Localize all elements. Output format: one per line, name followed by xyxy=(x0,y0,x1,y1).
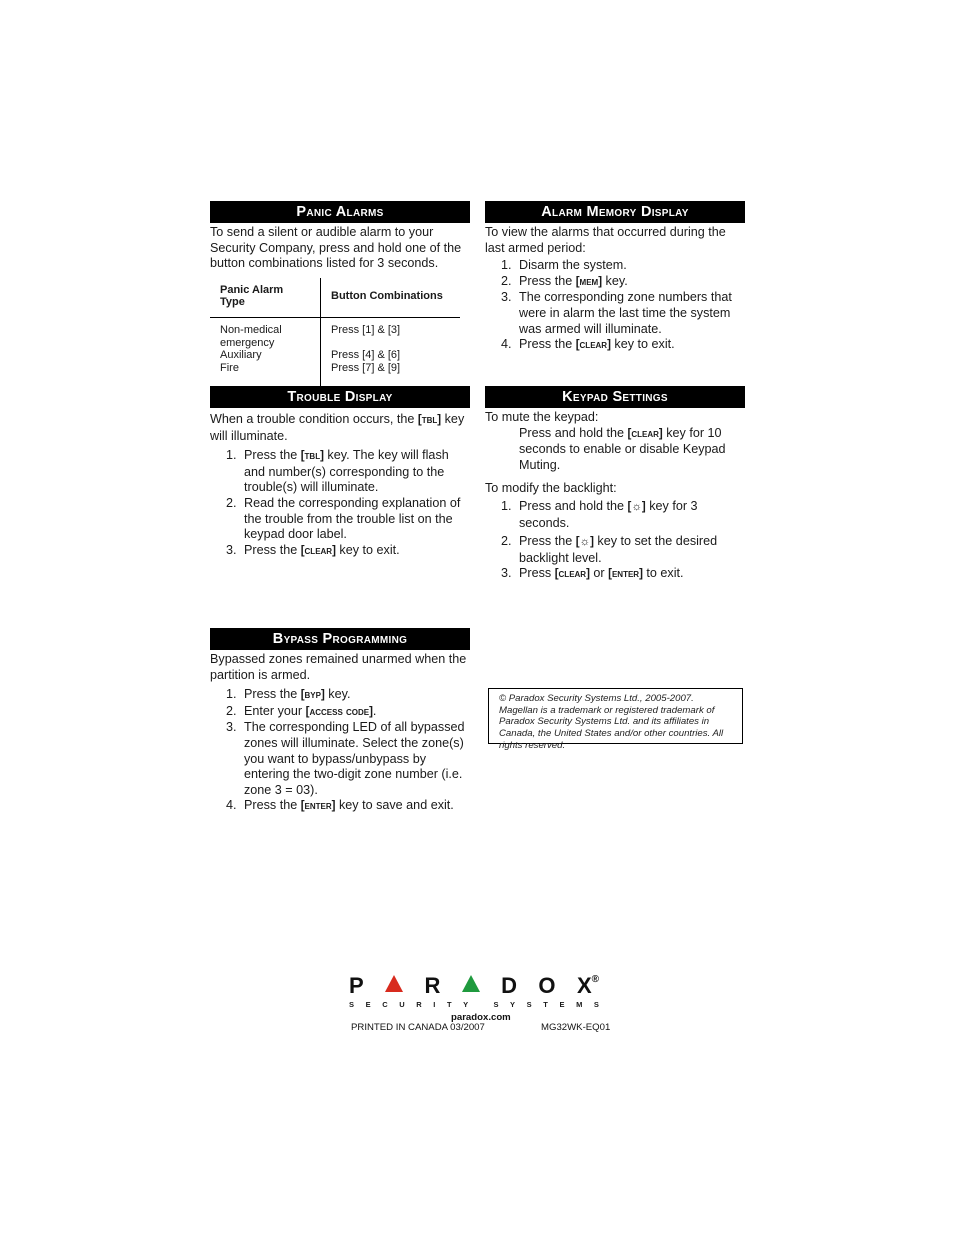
section-intro: To send a silent or audible alarm to you… xyxy=(210,225,462,271)
list-item: 3. Press [CLEAR] or [ENTER] to exit. xyxy=(501,566,684,581)
section-intro: To view the alarms that occurred during … xyxy=(485,225,726,255)
list-item: 2. Read the corresponding explanation of … xyxy=(226,495,461,542)
document-code: MG32WK-EQ01 xyxy=(541,1022,611,1033)
section-header: Bypass Programming xyxy=(210,628,470,650)
backlight-label: To modify the backlight: xyxy=(485,481,617,496)
key-label: [TBL] xyxy=(417,414,442,426)
steps-list: 1. Disarm the system. 2. Press the [MEM] k… xyxy=(485,258,745,354)
table-cell: Press [1] & [3] xyxy=(331,323,401,336)
list-item: 4. Press the [ENTER] key to save and exit… xyxy=(226,798,454,813)
table-cell: Fire xyxy=(210,361,321,387)
list-item: 1. Press and hold the [☼] key for 3 secon… xyxy=(501,498,698,530)
list-item: 3. Press the [CLEAR] key to exit. xyxy=(226,542,400,557)
steps-list: 1. Press and hold the [☼] key for 3 secon… xyxy=(485,499,745,583)
backlight-key-icon: [☼] xyxy=(575,536,594,549)
key-label: [TBL] xyxy=(300,450,324,463)
section-header: Keypad Settings xyxy=(485,386,745,408)
list-item: 2. Press the [MEM] key. xyxy=(501,273,628,288)
key-label: [ACCESS CODE] xyxy=(305,705,373,718)
list-item: 3. The corresponding zone numbers that we… xyxy=(501,290,732,336)
section-intro: When a trouble condition occurs, the [TB… xyxy=(210,412,465,443)
paradox-logo: P R D O X® SECURITY SYSTEMS xyxy=(349,970,609,1013)
backlight-key-icon: [☼] xyxy=(627,500,646,513)
key-label: [CLEAR] xyxy=(554,568,590,581)
table-cell: Press [4] & [6] xyxy=(331,349,401,362)
steps-list: 1. Press the [BYP] key. 2. Enter your [ACC… xyxy=(210,687,470,815)
list-item: 2. Enter your [ACCESS CODE]. xyxy=(226,703,377,718)
section-header: Trouble Display xyxy=(210,386,470,408)
table-cell: Press [7] & [9] xyxy=(331,361,401,374)
key-label: [BYP] xyxy=(300,689,325,702)
section-header: Panic Alarms xyxy=(210,201,470,223)
list-item: 4. Press the [CLEAR] key to exit. xyxy=(501,337,675,352)
table-row: Auxiliary Press [4] & [6] xyxy=(210,349,460,362)
table-cell: Non-medical emergency xyxy=(210,317,321,350)
key-label: [CLEAR] xyxy=(627,427,663,440)
section-trouble-display: Trouble Display When a trouble condition… xyxy=(210,386,470,559)
table-row: Fire Press [7] & [9] xyxy=(210,361,460,387)
list-item: 1. Press the [BYP] key. xyxy=(226,687,351,702)
panic-alarm-table: Panic Alarm Type Button Combinations Non… xyxy=(210,277,460,387)
key-label: [CLEAR] xyxy=(300,544,336,557)
key-label: [ENTER] xyxy=(608,568,643,581)
mute-instruction: Press and hold the [CLEAR] key for 10 se… xyxy=(519,425,726,472)
green-triangle-icon xyxy=(461,975,480,992)
printed-info: PRINTED IN CANADA 03/2007 xyxy=(351,1022,485,1033)
key-label: [CLEAR] xyxy=(575,339,611,352)
list-item: 3. The corresponding LED of all bypassed … xyxy=(226,720,465,797)
registered-mark: ® xyxy=(591,974,599,986)
section-keypad-settings: Keypad Settings To mute the keypad: Pres… xyxy=(485,386,745,583)
key-label: [MEM] xyxy=(575,275,603,288)
table-header: Panic Alarm Type xyxy=(210,277,321,318)
section-header: Alarm Memory Display xyxy=(485,201,745,223)
steps-list: 1. Press the [TBL] key. The key will flas… xyxy=(210,448,470,559)
list-item: 1. Press the [TBL] key. The key will flas… xyxy=(226,448,449,495)
table-header: Button Combinations xyxy=(320,277,460,318)
section-intro: Bypassed zones remained unarmed when the… xyxy=(210,652,467,682)
list-item: 1. Disarm the system. xyxy=(501,258,627,273)
section-bypass-programming: Bypass Programming Bypassed zones remain… xyxy=(210,628,470,815)
logo-wordmark: P R D O X® xyxy=(349,973,599,999)
copyright-notice: © Paradox Security Systems Ltd., 2005-20… xyxy=(488,688,743,751)
table-row: Non-medical emergency Press [1] & [3] xyxy=(210,317,460,350)
list-item: 2. Press the [☼] key to set the desired b… xyxy=(501,534,718,565)
section-panic-alarms: Panic Alarms To send a silent or audible… xyxy=(210,201,470,387)
section-alarm-memory: Alarm Memory Display To view the alarms … xyxy=(485,201,745,354)
key-label: [ENTER] xyxy=(300,800,336,813)
mute-label: To mute the keypad: xyxy=(485,410,599,424)
table-cell: Auxiliary xyxy=(210,349,321,362)
red-triangle-icon xyxy=(385,975,404,992)
